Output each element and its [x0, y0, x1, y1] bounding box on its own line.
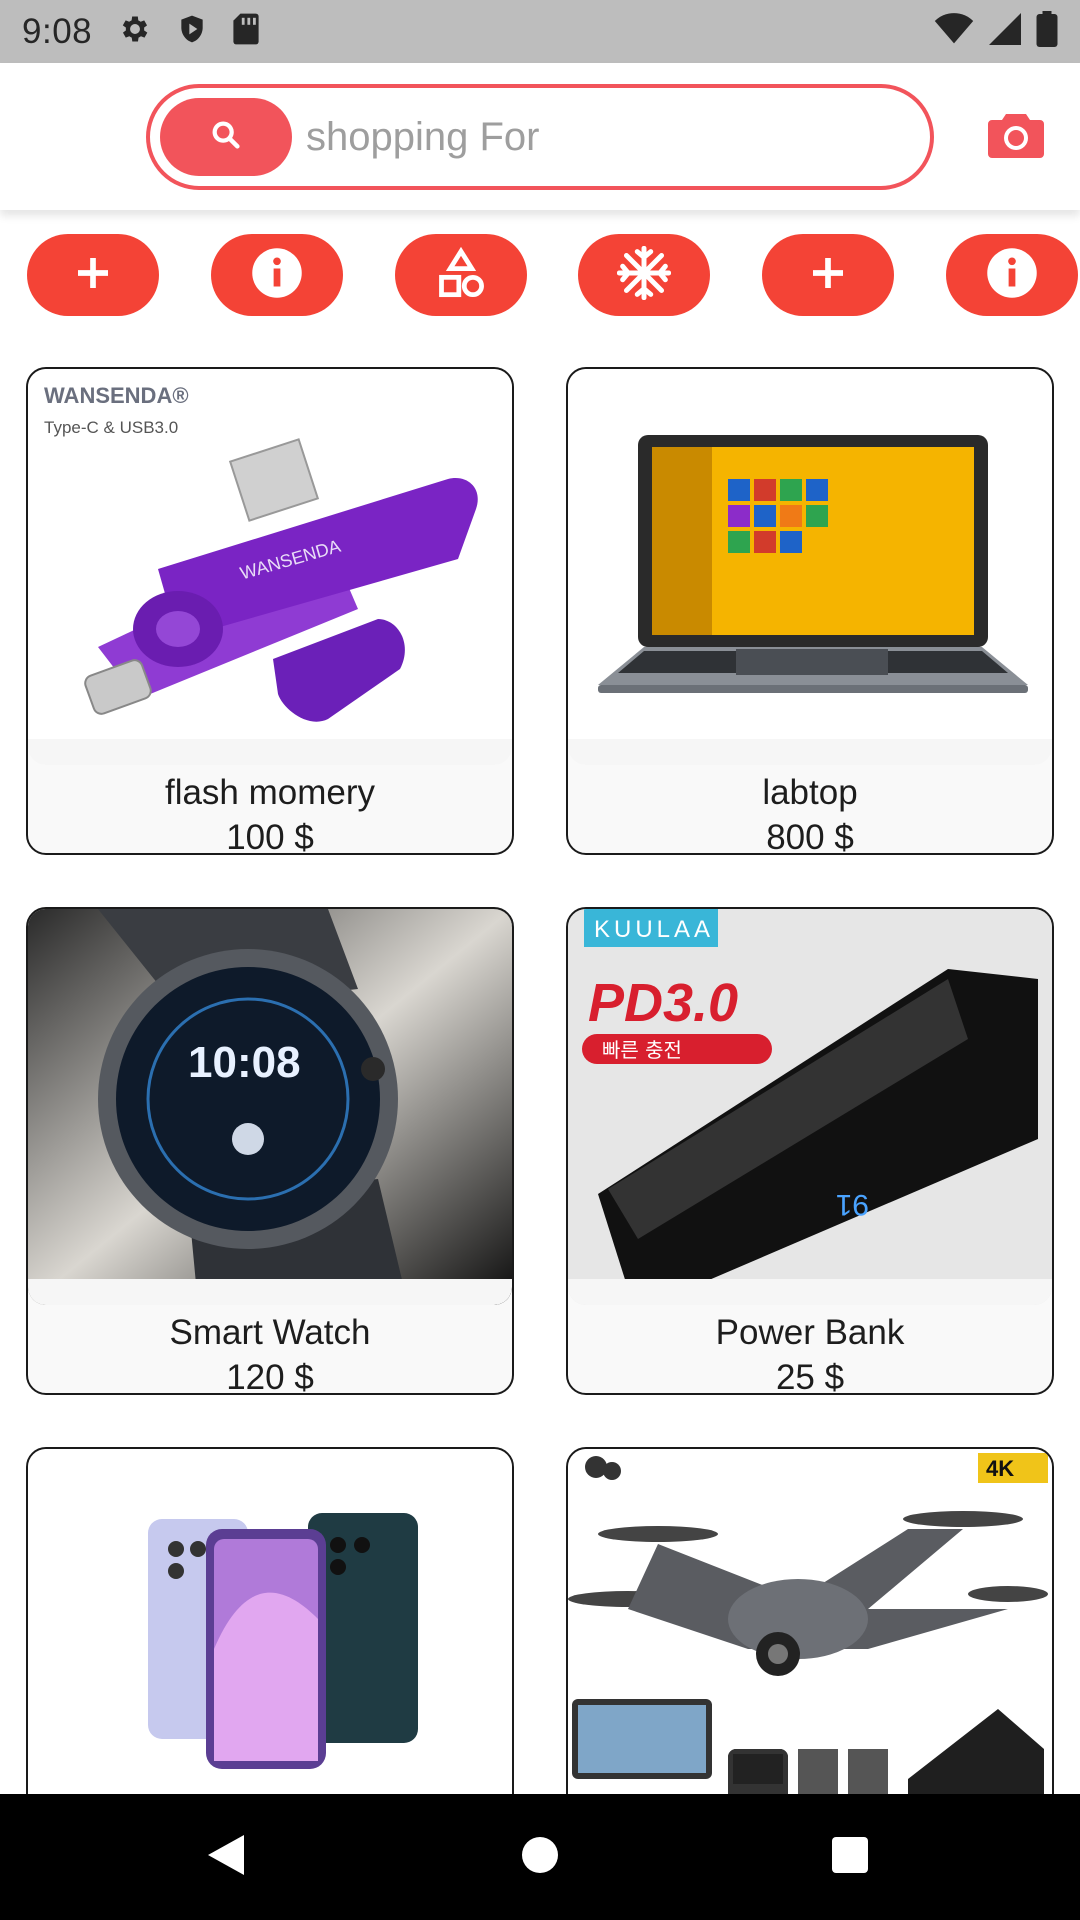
status-time: 9:08 — [22, 11, 93, 51]
product-name: Power Bank — [715, 1313, 905, 1352]
camera-button[interactable] — [988, 108, 1044, 164]
product-card[interactable]: WANSENDA® Type-C & USB3.0 WANSENDA flash… — [26, 367, 514, 855]
category-button-snowflake[interactable] — [578, 234, 710, 316]
camera-icon — [988, 110, 1044, 163]
search-bar[interactable]: shopping For — [146, 84, 934, 190]
info-icon — [250, 246, 304, 305]
product-image: WANSENDA® Type-C & USB3.0 WANSENDA — [28, 369, 512, 765]
search-icon — [209, 118, 243, 157]
navigation-bar — [0, 1794, 1080, 1920]
settings-icon — [118, 12, 152, 51]
category-button-info-2[interactable] — [946, 234, 1078, 316]
category-button-info[interactable] — [211, 234, 343, 316]
signal-icon — [988, 13, 1022, 50]
search-button[interactable] — [160, 98, 292, 176]
home-icon — [520, 1835, 560, 1880]
snowflake-icon — [616, 245, 672, 305]
product-name: Smart Watch — [169, 1313, 371, 1352]
product-subtitle: Type-C & USB3.0 — [44, 418, 178, 437]
product-price: 25 $ — [775, 1358, 845, 1395]
battery-icon — [1036, 11, 1058, 52]
product-image: 4K — [568, 1449, 1052, 1845]
back-icon — [204, 1831, 248, 1884]
shield-icon — [176, 12, 208, 51]
category-button-add[interactable] — [27, 234, 159, 316]
product-price: 100 $ — [226, 818, 314, 855]
product-card[interactable]: labtop 800 $ — [566, 367, 1054, 855]
recents-icon — [830, 1835, 870, 1880]
status-left-icons — [118, 12, 260, 51]
category-button-add-2[interactable] — [762, 234, 894, 316]
product-brand: KUULAA — [594, 916, 714, 943]
category-button-shapes[interactable] — [395, 234, 527, 316]
product-image: 10:08 — [28, 909, 512, 1305]
status-bar: 9:08 — [0, 0, 1080, 63]
home-button[interactable] — [480, 1794, 600, 1920]
plus-icon — [73, 253, 113, 298]
product-image — [568, 369, 1052, 765]
sd-card-icon — [232, 12, 260, 51]
app-screen: 9:08 shopping For WANSENDA® Type-C & USB… — [0, 0, 1080, 1920]
product-badge-sub: 빠른 충전 — [602, 1038, 682, 1062]
product-card[interactable]: 10:08 Smart Watch 120 $ — [26, 907, 514, 1395]
recents-button[interactable] — [790, 1794, 910, 1920]
status-right-icons — [934, 11, 1058, 52]
back-button[interactable] — [166, 1794, 286, 1920]
product-name: flash momery — [164, 773, 376, 812]
product-price: 800 $ — [766, 818, 854, 855]
product-badge: PD3.0 — [588, 973, 738, 1033]
category-row — [0, 234, 1080, 316]
info-icon — [985, 246, 1039, 305]
product-card[interactable]: KUULAA PD3.0 빠른 충전 91 Power Bank 25 $ — [566, 907, 1054, 1395]
plus-icon — [808, 253, 848, 298]
product-name: labtop — [762, 773, 858, 812]
search-input[interactable]: shopping For — [306, 115, 539, 160]
shapes-icon — [435, 246, 487, 304]
product-brand: WANSENDA® — [44, 383, 189, 408]
watch-face-time: 10:08 — [188, 1038, 301, 1087]
app-header: shopping For — [0, 63, 1080, 210]
product-badge: 4K — [986, 1456, 1014, 1481]
product-image: KUULAA PD3.0 빠른 충전 91 — [568, 909, 1052, 1305]
product-price: 120 $ — [226, 1358, 314, 1395]
product-image — [28, 1449, 512, 1845]
power-bank-display: 91 — [836, 1188, 869, 1221]
wifi-icon — [934, 13, 974, 50]
